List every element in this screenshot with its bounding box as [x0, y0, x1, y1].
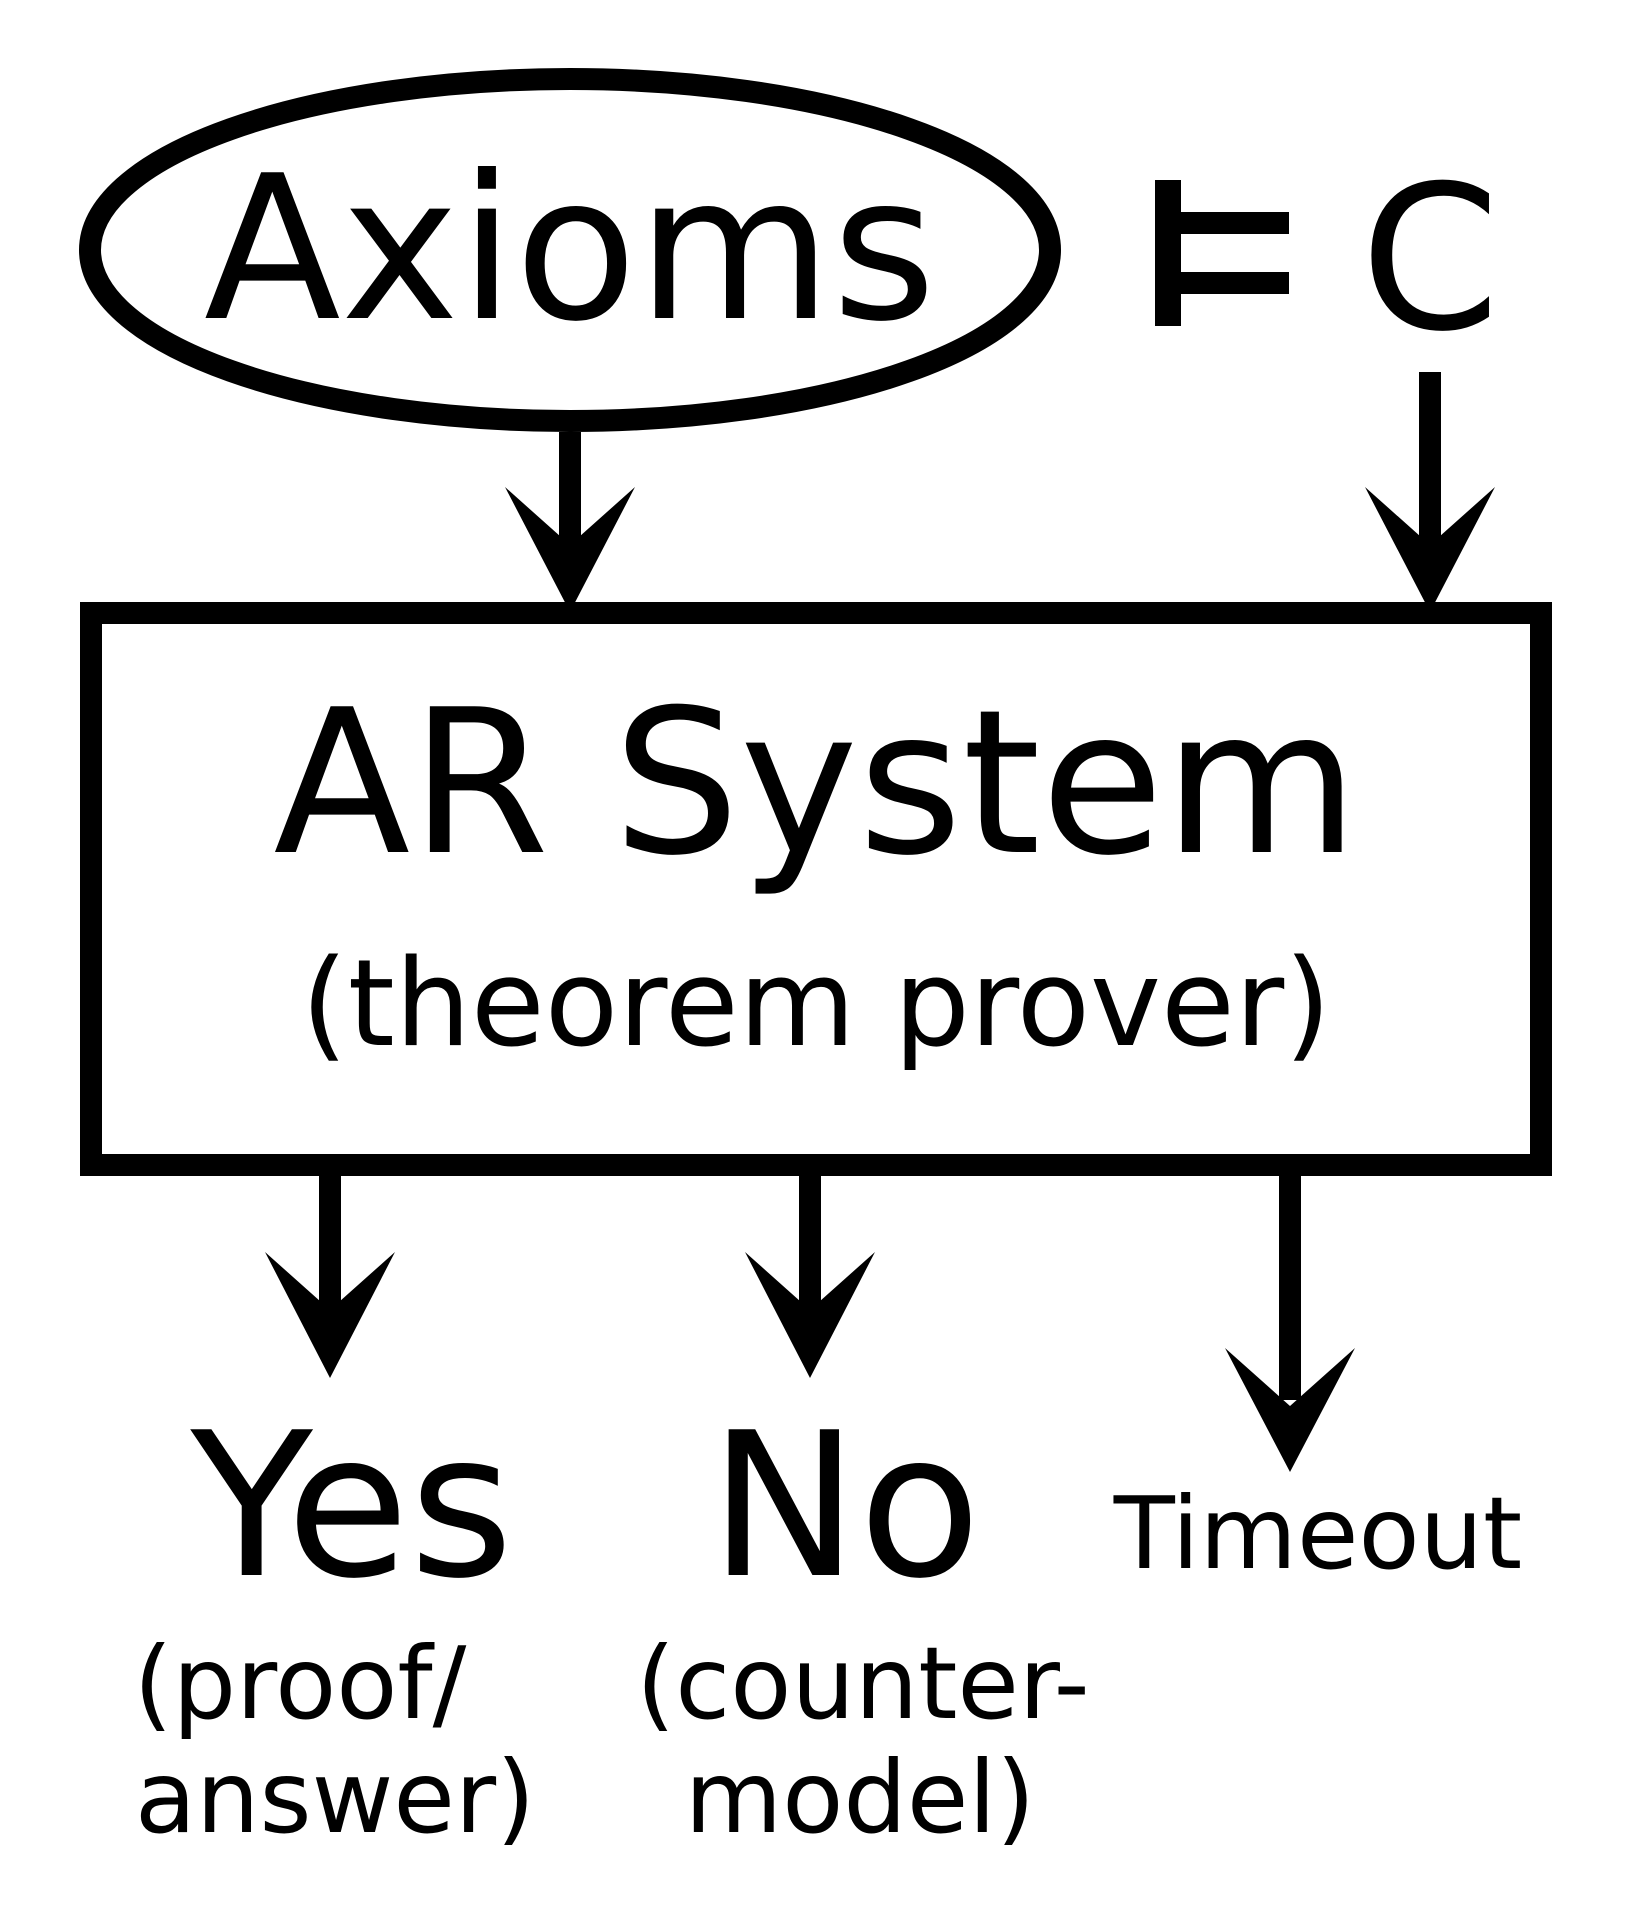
- arrow-axioms-to-system: [505, 432, 635, 612]
- no-detail-line2: model): [685, 1739, 1035, 1856]
- no-label: No: [709, 1390, 981, 1623]
- arrow-system-to-yes: [265, 1165, 395, 1378]
- ar-system-subtitle: (theorem prover): [301, 935, 1331, 1074]
- ar-system-title: AR System: [273, 667, 1358, 900]
- yes-detail-line1: (proof/: [134, 1625, 467, 1742]
- axioms-label: Axioms: [204, 133, 936, 366]
- entails-symbol: [1155, 180, 1289, 326]
- arrow-system-to-timeout: [1225, 1165, 1355, 1472]
- arrow-system-to-no: [745, 1165, 875, 1378]
- arrow-conjecture-to-system: [1365, 372, 1495, 612]
- yes-label: Yes: [190, 1390, 514, 1623]
- conjecture-label: C: [1360, 143, 1500, 376]
- diagram: Axioms C AR System (theorem prover) Yes …: [79, 68, 1552, 1856]
- yes-detail-line2: answer): [135, 1739, 535, 1856]
- timeout-label: Timeout: [1113, 1475, 1523, 1592]
- no-detail-line1: (counter-: [636, 1625, 1089, 1742]
